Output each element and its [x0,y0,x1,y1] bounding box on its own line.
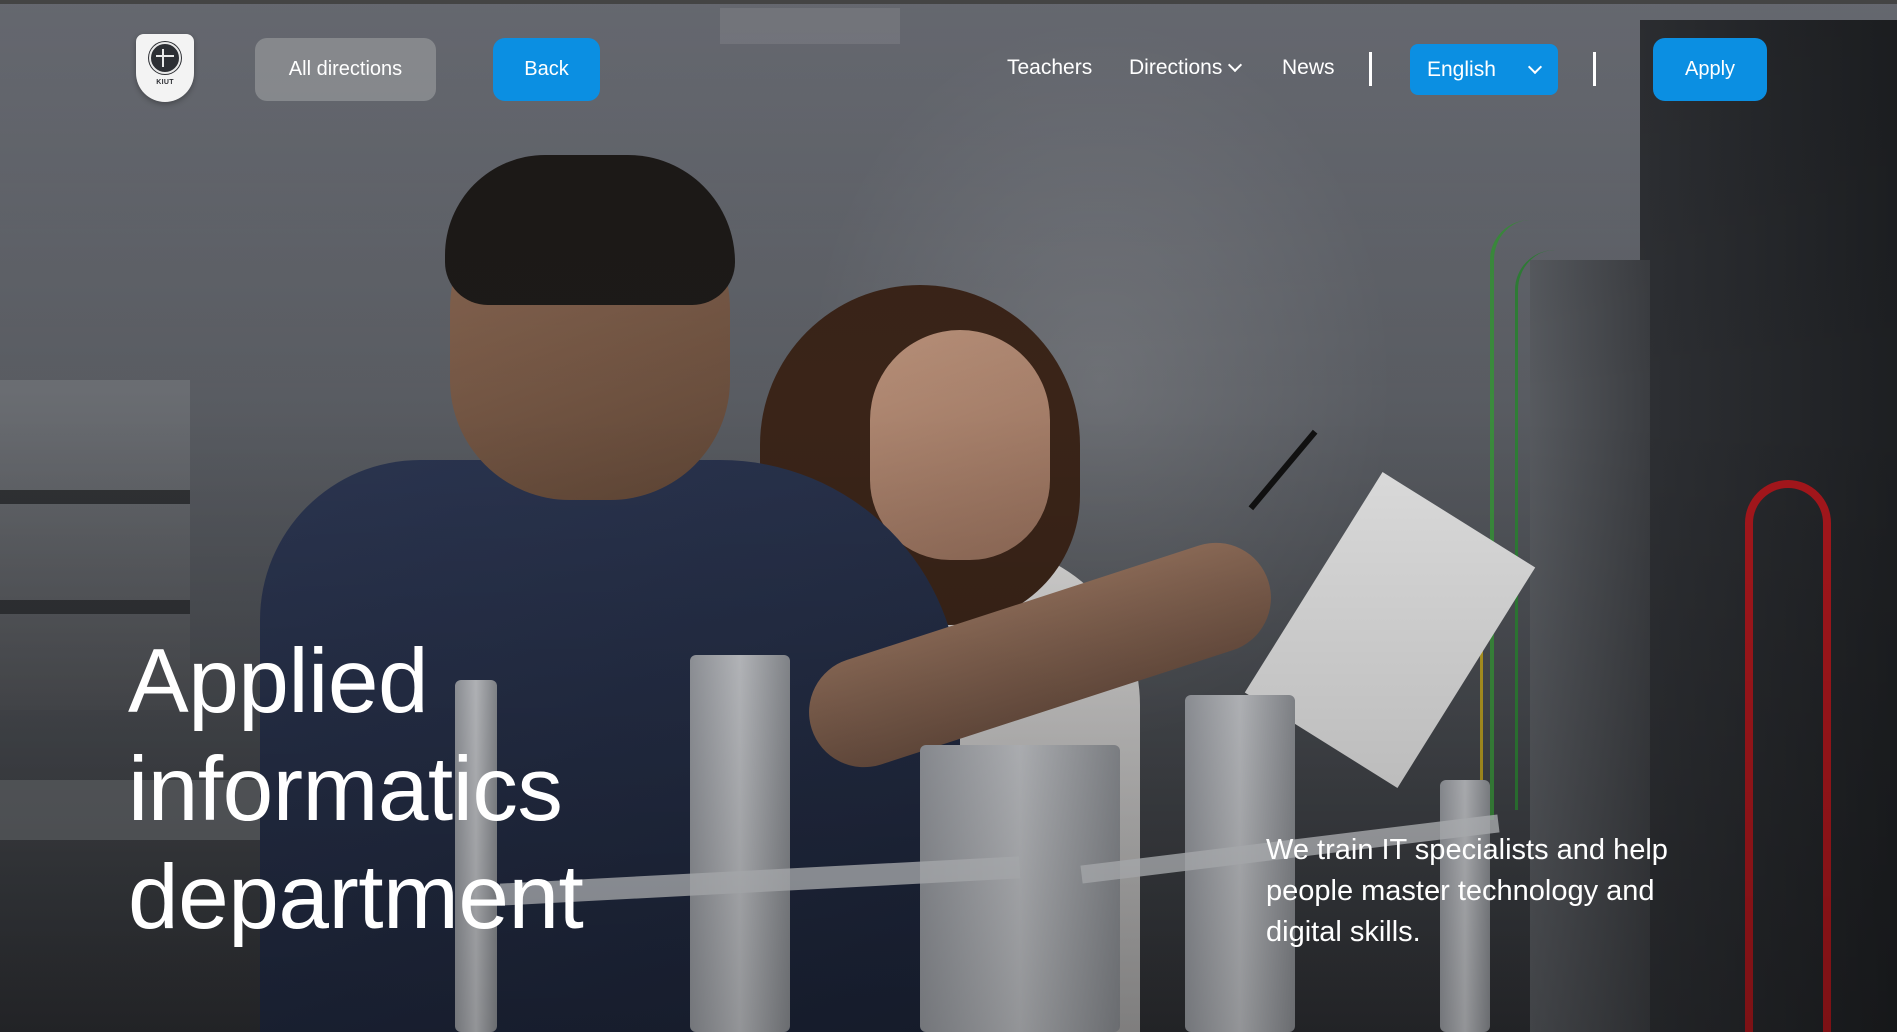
nav-teachers-link[interactable]: Teachers [1007,56,1092,80]
page-title: Applied informatics department [128,628,828,952]
nav-directions-label: Directions [1129,56,1223,79]
nav-news-label: News [1282,56,1335,79]
nav-divider [1369,52,1372,86]
nav-teachers-label: Teachers [1007,56,1093,79]
apply-button[interactable]: Apply [1653,38,1767,101]
page-title-line: informatics [128,739,563,840]
back-button[interactable]: Back [493,38,600,101]
nav-divider [1593,52,1596,86]
chevron-down-icon [1228,57,1243,73]
nav-news-link[interactable]: News [1282,56,1335,80]
university-logo[interactable]: KIUT [136,34,194,102]
page-title-line: Applied [128,631,429,732]
hero-subtitle: We train IT specialists and help people … [1266,834,1668,948]
chevron-down-icon [1527,59,1543,75]
nav-directions-dropdown[interactable]: Directions [1129,56,1243,80]
language-select-value: English [1427,57,1496,81]
logo-text: KIUT [156,79,174,86]
language-select[interactable]: English [1410,44,1558,95]
page-title-line: department [128,847,584,948]
all-directions-button[interactable]: All directions [255,38,436,101]
university-globe-emblem-icon [149,42,181,74]
